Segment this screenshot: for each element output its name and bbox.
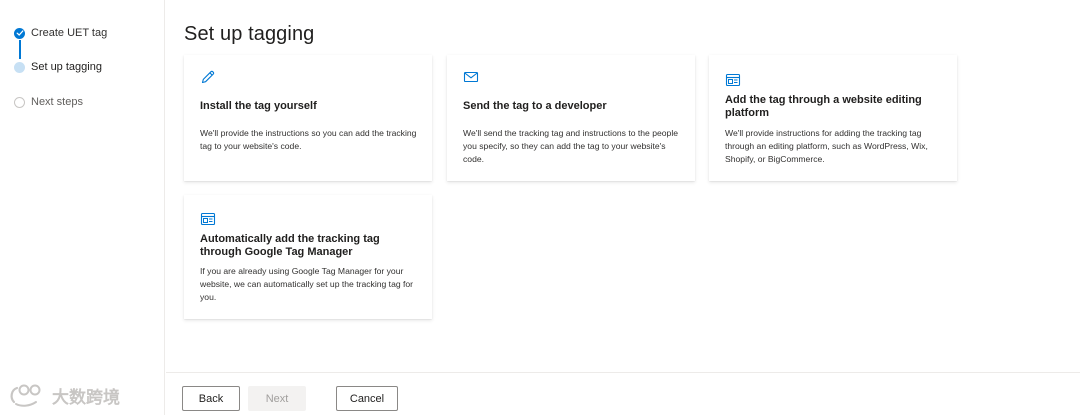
- card-description: We'll send the tracking tag and instruct…: [463, 128, 679, 164]
- card-title: Send the tag to a developer: [463, 100, 607, 112]
- wizard-footer: Back Next Cancel: [166, 372, 1080, 415]
- pencil-icon: [200, 69, 216, 85]
- watermark: 大数跨境: [8, 381, 120, 409]
- card-description: We'll provide the instructions so you ca…: [200, 128, 417, 151]
- card-title: Add the tag through a website editing pl…: [725, 94, 922, 119]
- option-card-google-tag-manager[interactable]: Automatically add the tracking tag throu…: [184, 195, 432, 319]
- card-description: If you are already using Google Tag Mana…: [200, 266, 414, 302]
- step-create-uet-tag[interactable]: Create UET tag: [14, 23, 107, 43]
- option-card-send-to-developer[interactable]: Send the tag to a developer We'll send t…: [447, 55, 695, 181]
- cancel-button[interactable]: Cancel: [336, 386, 398, 411]
- step-label: Set up tagging: [31, 61, 102, 73]
- app-window: Create UET tag Set up tagging Next steps…: [0, 0, 1080, 415]
- step-label: Create UET tag: [31, 27, 108, 39]
- page-title: Set up tagging: [184, 23, 315, 45]
- browser-window-icon: [200, 211, 216, 227]
- step-next-steps[interactable]: Next steps: [14, 92, 83, 112]
- card-title: Install the tag yourself: [200, 100, 317, 112]
- next-button[interactable]: Next: [248, 386, 306, 411]
- main-content: Set up tagging Install the tag yourself …: [166, 0, 1080, 372]
- mail-icon: [463, 69, 479, 85]
- option-card-install-yourself[interactable]: Install the tag yourself We'll provide t…: [184, 55, 432, 181]
- card-description: We'll provide instructions for adding th…: [725, 128, 928, 164]
- step-set-up-tagging[interactable]: Set up tagging: [14, 57, 102, 77]
- current-step-dot-icon: [14, 61, 25, 73]
- watermark-logo-icon: [10, 384, 41, 407]
- setup-stepper: Create UET tag Set up tagging Next steps…: [0, 0, 165, 415]
- browser-window-icon: [725, 72, 741, 88]
- option-card-website-editing-platform[interactable]: Add the tag through a website editing pl…: [709, 55, 957, 181]
- checkmark-icon: [14, 27, 25, 39]
- watermark-text: 大数跨境: [52, 387, 120, 407]
- card-title: Automatically add the tracking tag throu…: [200, 233, 380, 258]
- back-button[interactable]: Back: [182, 386, 240, 411]
- pending-step-dot-icon: [14, 96, 25, 108]
- step-label: Next steps: [31, 96, 83, 108]
